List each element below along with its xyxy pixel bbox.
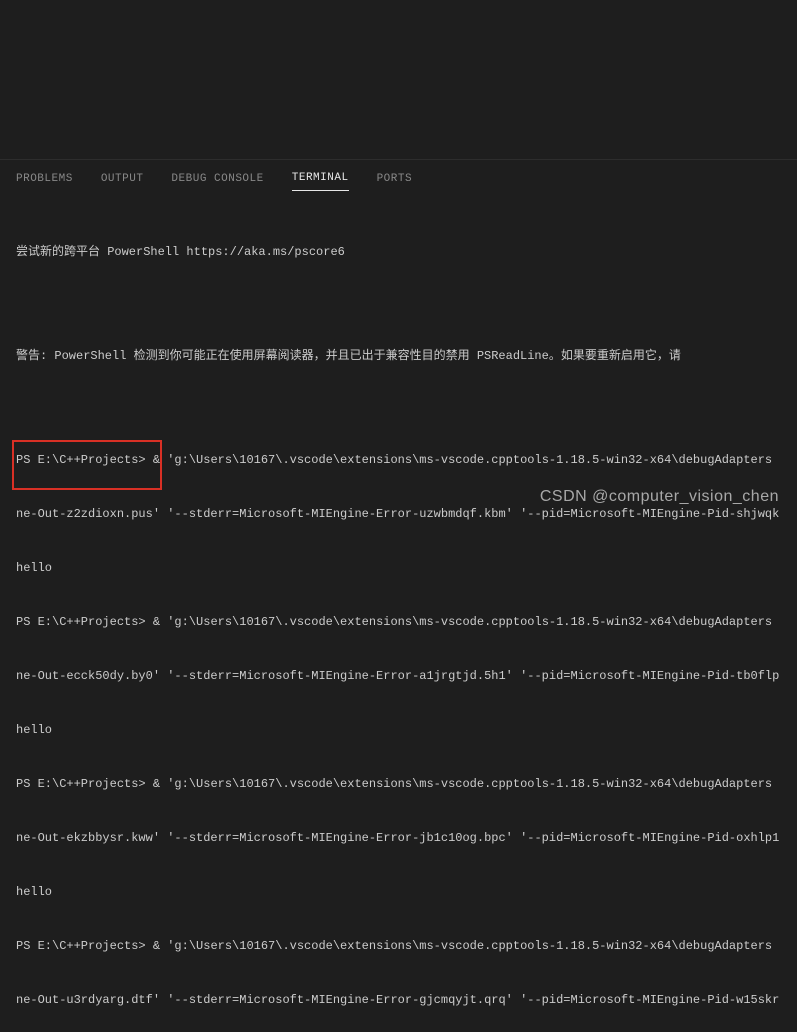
panel-tabs: PROBLEMS OUTPUT DEBUG CONSOLE TERMINAL P…	[0, 160, 797, 195]
terminal-output: hello	[16, 559, 781, 577]
terminal-output: hello	[16, 883, 781, 901]
command-text: & 'g:\Users\10167\.vscode\extensions\ms-…	[153, 777, 772, 791]
prompt: PS E:\C++Projects>	[16, 939, 153, 953]
tab-output[interactable]: OUTPUT	[101, 173, 144, 191]
terminal-line: PS E:\C++Projects> & 'g:\Users\10167\.vs…	[16, 937, 781, 955]
command-text: & 'g:\Users\10167\.vscode\extensions\ms-…	[153, 615, 772, 629]
terminal-line: 尝试新的跨平台 PowerShell https://aka.ms/pscore…	[16, 243, 781, 261]
prompt: PS E:\C++Projects>	[16, 777, 153, 791]
prompt: PS E:\C++Projects>	[16, 615, 153, 629]
terminal-output: hello	[16, 721, 781, 739]
tab-debug-console[interactable]: DEBUG CONSOLE	[171, 173, 263, 191]
tab-terminal[interactable]: TERMINAL	[292, 172, 349, 191]
terminal-line: ne-Out-ecck50dy.by0' '--stderr=Microsoft…	[16, 667, 781, 685]
terminal-line: ne-Out-u3rdyarg.dtf' '--stderr=Microsoft…	[16, 991, 781, 1009]
terminal-line: ne-Out-z2zdioxn.pus' '--stderr=Microsoft…	[16, 505, 781, 523]
terminal-content[interactable]: 尝试新的跨平台 PowerShell https://aka.ms/pscore…	[0, 195, 797, 1032]
terminal-line: 警告: PowerShell 检测到你可能正在使用屏幕阅读器，并且已出于兼容性目…	[16, 347, 781, 365]
command-text: & 'g:\Users\10167\.vscode\extensions\ms-…	[153, 453, 772, 467]
terminal-line: PS E:\C++Projects> & 'g:\Users\10167\.vs…	[16, 613, 781, 631]
terminal-line: PS E:\C++Projects> & 'g:\Users\10167\.vs…	[16, 775, 781, 793]
terminal-line: ne-Out-ekzbbysr.kww' '--stderr=Microsoft…	[16, 829, 781, 847]
tab-ports[interactable]: PORTS	[377, 173, 413, 191]
command-text: & 'g:\Users\10167\.vscode\extensions\ms-…	[153, 939, 772, 953]
editor-area	[0, 0, 797, 160]
prompt: PS E:\C++Projects>	[16, 453, 153, 467]
terminal-line: PS E:\C++Projects> & 'g:\Users\10167\.vs…	[16, 451, 781, 469]
watermark: CSDN @computer_vision_chen	[540, 488, 779, 506]
tab-problems[interactable]: PROBLEMS	[16, 173, 73, 191]
